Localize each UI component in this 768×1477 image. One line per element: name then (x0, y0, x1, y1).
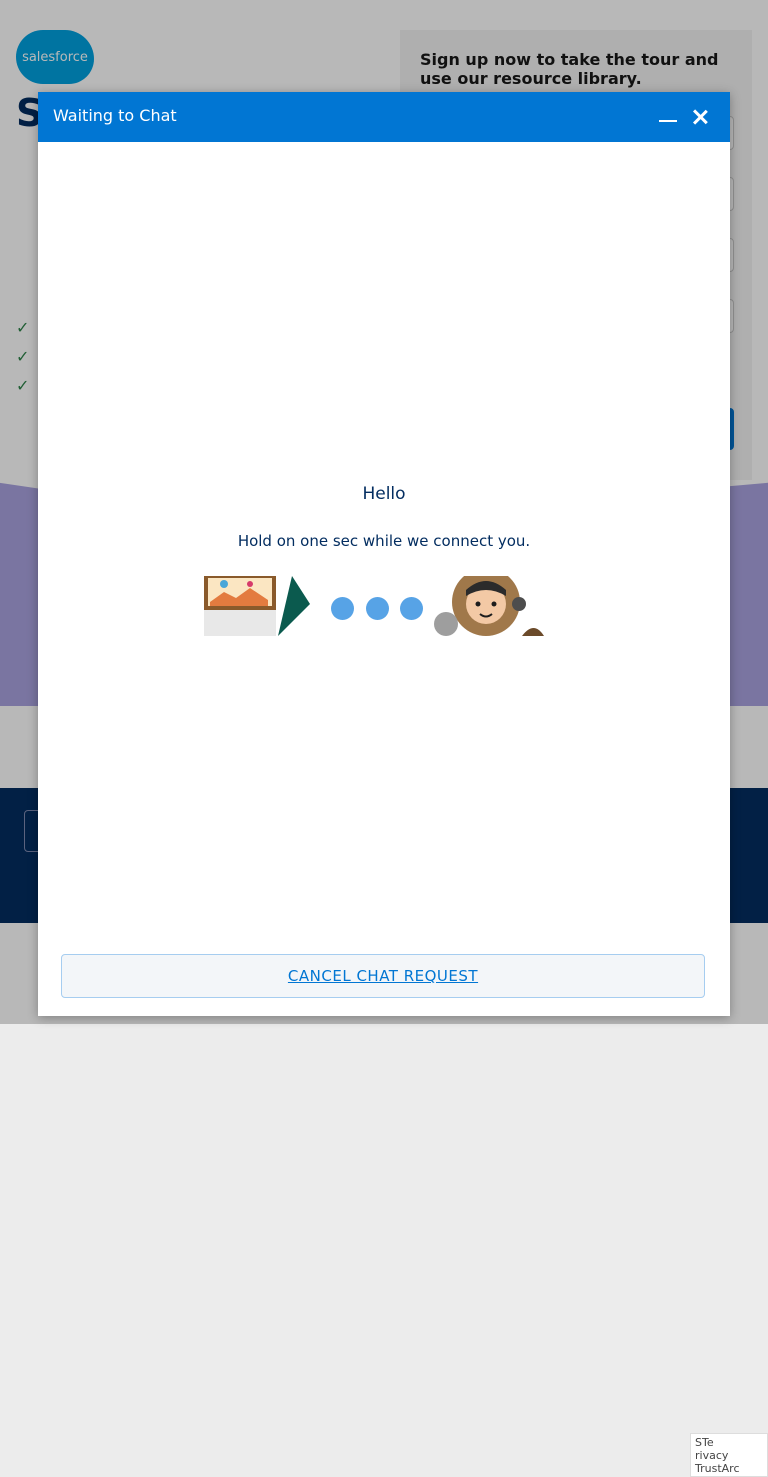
chat-greeting: Hello (362, 484, 406, 504)
close-button[interactable] (685, 102, 715, 132)
loading-dot (400, 597, 423, 620)
minimize-icon (659, 120, 677, 122)
minimize-button[interactable] (653, 102, 683, 132)
chat-title: Waiting to Chat (53, 106, 177, 125)
loading-dot (366, 597, 389, 620)
chat-subtext: Hold on one sec while we connect you. (237, 532, 531, 550)
chat-header: Waiting to Chat (38, 92, 730, 142)
waiting-illustration (204, 576, 556, 636)
chat-window: Waiting to Chat Hello Hold on one sec wh… (38, 92, 730, 1016)
plant-icon (278, 576, 310, 636)
loading-dot (331, 597, 354, 620)
cancel-chat-request-button[interactable]: CANCEL CHAT REQUEST (61, 954, 705, 998)
trustarc-badge[interactable]: STe rivacy TrustArc (690, 1433, 768, 1477)
